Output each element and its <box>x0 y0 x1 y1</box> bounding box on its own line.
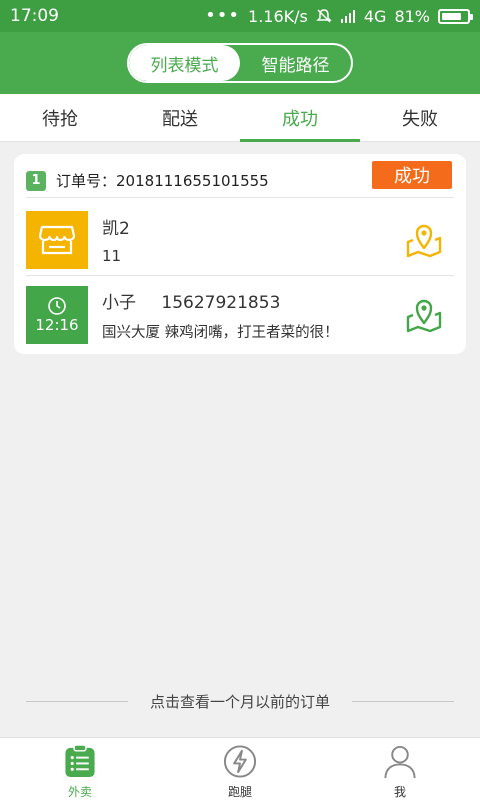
delivery-time-thumb: 12:16 <box>26 286 88 344</box>
clock-icon <box>48 297 66 315</box>
history-link-row: 点击查看一个月以前的订单 <box>26 690 455 712</box>
customer-address: 国兴大厦 辣鸡闭嘴，打王者菜的很！ <box>102 325 339 341</box>
nav-me-label: 我 <box>393 785 406 799</box>
customer-name: 小子 <box>102 293 136 313</box>
shop-row: 凯2 11 <box>26 204 454 276</box>
mute-icon <box>316 9 332 23</box>
customer-phone[interactable]: 15627921853 <box>161 293 280 313</box>
delivery-time: 12:16 <box>35 316 79 334</box>
store-icon <box>39 225 75 254</box>
shop-map-pin-icon[interactable] <box>404 220 444 260</box>
list-icon <box>65 744 95 778</box>
order-card[interactable]: 1 订单号： 2018111655101555 成功 凯2 11 12:16 小… <box>14 154 466 354</box>
status-badge: 成功 <box>372 161 452 189</box>
network-type: 4G <box>363 6 387 26</box>
header: 列表模式 智能路径 <box>0 32 480 94</box>
shop-thumb <box>26 210 88 269</box>
customer-map-pin-icon[interactable] <box>404 295 444 335</box>
status-indicators: ••• 1.16K/s 4G 81% <box>205 5 473 26</box>
divider-left <box>26 700 128 702</box>
divider-right <box>352 700 455 702</box>
lightning-icon <box>223 745 257 778</box>
shop-name: 凯2 <box>102 219 130 239</box>
mode-toggle: 列表模式 智能路径 <box>127 43 353 83</box>
user-icon <box>384 745 416 779</box>
status-bar: 17:09 ••• 1.16K/s 4G 81% <box>0 0 480 32</box>
battery-fill <box>442 12 462 20</box>
customer-row: 12:16 小子 15627921853 国兴大厦 辣鸡闭嘴，打王者菜的很！ <box>26 284 454 346</box>
nav-errand[interactable]: 跑腿 <box>160 738 320 800</box>
status-time: 17:09 <box>10 6 59 26</box>
nav-takeout[interactable]: 外卖 <box>0 738 160 800</box>
order-index-badge: 1 <box>26 170 46 191</box>
signal-icon <box>340 10 355 23</box>
shop-info: 凯2 11 <box>102 214 404 265</box>
battery-icon <box>438 8 473 24</box>
tab-failed[interactable]: 失败 <box>360 94 480 141</box>
history-orders-link[interactable]: 点击查看一个月以前的订单 <box>128 691 352 712</box>
customer-info: 小子 15627921853 国兴大厦 辣鸡闭嘴，打王者菜的很！ <box>102 288 404 342</box>
nav-takeout-label: 外卖 <box>67 785 92 799</box>
order-card-header: 1 订单号： 2018111655101555 成功 <box>26 161 454 198</box>
tab-delivering[interactable]: 配送 <box>120 94 240 141</box>
tab-pending[interactable]: 待抢 <box>0 94 120 141</box>
nav-me[interactable]: 我 <box>320 738 480 800</box>
tab-success[interactable]: 成功 <box>240 94 360 142</box>
battery-percent: 81% <box>394 6 430 26</box>
customer-contact: 小子 15627921853 <box>102 288 404 313</box>
order-number: 2018111655101555 <box>116 171 269 190</box>
order-number-label: 订单号： <box>56 172 117 190</box>
shop-detail: 11 <box>102 247 122 265</box>
mode-smart-route-button[interactable]: 智能路径 <box>240 45 351 81</box>
order-status-tabs: 待抢 配送 成功 失败 <box>0 94 480 142</box>
more-dots-icon: ••• <box>205 5 241 26</box>
nav-errand-label: 跑腿 <box>227 785 252 799</box>
mode-list-button[interactable]: 列表模式 <box>129 45 240 81</box>
bottom-nav: 外卖 跑腿 我 <box>0 737 480 800</box>
network-speed: 1.16K/s <box>248 6 308 26</box>
